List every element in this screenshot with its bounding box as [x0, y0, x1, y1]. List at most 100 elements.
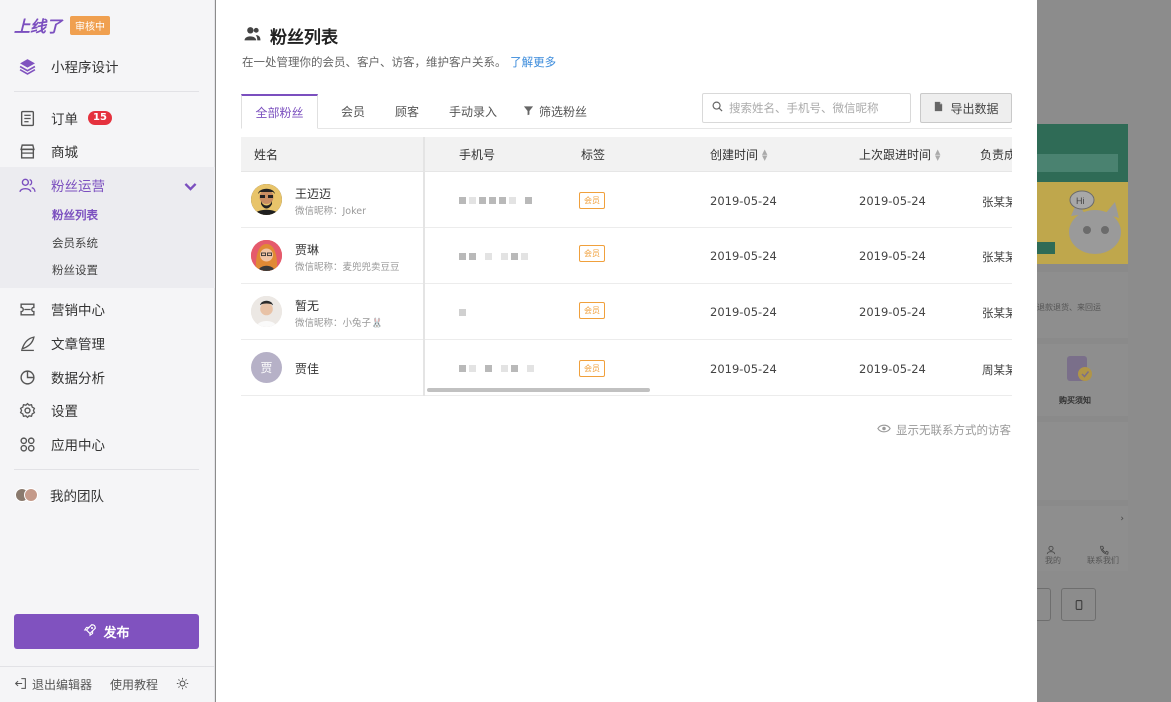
sidebar-item-analytics[interactable]: 数据分析	[0, 362, 215, 392]
sidebar-footer: 退出编辑器 使用教程	[0, 666, 215, 702]
tab-label: 筛选粉丝	[538, 105, 587, 119]
owner: 周某某	[982, 363, 1012, 377]
preview-nav-mine: 我的	[1045, 556, 1061, 565]
sidebar: 上线了 审核中 小程序设计 订单 15 商城 粉丝运营 粉丝列表 会员系统 粉丝…	[0, 0, 215, 702]
sidebar-subitem-fan-settings[interactable]: 粉丝设置	[52, 262, 98, 278]
sidebar-item-mall[interactable]: 商城	[0, 136, 215, 166]
search-placeholder: 搜索姓名、手机号、微信昵称	[729, 101, 879, 115]
pie-chart-icon	[18, 368, 36, 386]
coupon-icon	[18, 300, 36, 318]
sidebar-item-label: 商城	[51, 145, 78, 161]
exit-editor-label: 退出编辑器	[32, 678, 93, 692]
tab-manual-entry[interactable]: 手动录入	[443, 94, 503, 129]
preview-card: 购买须知	[1037, 344, 1128, 416]
sidebar-subitem-fan-list[interactable]: 粉丝列表	[52, 207, 98, 223]
filter-icon	[523, 105, 534, 119]
masked-phone	[459, 365, 534, 372]
member-tag: 会员	[579, 302, 605, 319]
chevron-down-icon[interactable]	[182, 178, 199, 199]
phone-preview: Hi 退款退货、来回运 购买须知 › 我的 联系我们	[1037, 124, 1128, 571]
preview-card	[1037, 422, 1128, 500]
exit-icon	[14, 677, 27, 693]
member-tag: 会员	[579, 192, 605, 209]
tab-all-fans[interactable]: 全部粉丝	[241, 94, 318, 129]
fan-nickname: 微信昵称：Joker	[295, 206, 367, 217]
learn-more-link[interactable]: 了解更多	[510, 55, 556, 69]
review-status-badge: 审核中	[70, 15, 111, 35]
sort-icon: ▲ ▼	[935, 147, 941, 162]
sidebar-item-orders[interactable]: 订单 15	[0, 103, 215, 133]
sidebar-item-miniapp-design[interactable]: 小程序设计	[0, 51, 215, 81]
export-data-button[interactable]: 导出数据	[920, 93, 1012, 123]
page-title: 粉丝列表	[244, 23, 338, 48]
order-count-badge: 15	[88, 111, 112, 125]
subtitle-text: 在一处管理你的会员、客户、访客，维护客户关系。	[242, 55, 507, 69]
fan-name: 暂无	[295, 299, 320, 313]
preview-nav-contact: 联系我们	[1087, 556, 1119, 565]
sidebar-item-label: 营销中心	[51, 303, 105, 319]
fan-table: 姓名 手机号 标签 创建时间 ▲ ▼ 上次跟进时间 ▲ ▼ 负责成 王迈迈 微信昵称…	[241, 137, 1012, 397]
sidebar-item-marketing[interactable]: 营销中心	[0, 294, 215, 324]
sidebar-item-label: 粉丝运营	[51, 179, 105, 195]
horizontal-scrollbar[interactable]	[427, 388, 650, 392]
eye-icon	[877, 423, 891, 437]
created-time: 2019-05-24	[710, 249, 777, 263]
tab-filter-fans[interactable]: 筛选粉丝	[519, 94, 591, 129]
layers-icon	[18, 57, 36, 75]
sidebar-item-my-team[interactable]: 我的团队	[0, 480, 215, 510]
brand-logo[interactable]: 上线了	[14, 13, 62, 37]
last-follow-time: 2019-05-24	[859, 305, 926, 319]
sidebar-item-articles[interactable]: 文章管理	[0, 328, 215, 358]
table-row[interactable]: 王迈迈 微信昵称：Joker 会员 2019-05-24 2019-05-24 …	[241, 172, 1012, 228]
preview-card: 退款退货、来回运	[1037, 272, 1128, 338]
table-header: 姓名 手机号 标签 创建时间 ▲ ▼ 上次跟进时间 ▲ ▼ 负责成	[241, 137, 1012, 172]
tutorial-link[interactable]: 使用教程	[110, 676, 158, 693]
created-time: 2019-05-24	[710, 194, 777, 208]
member-tag: 会员	[579, 245, 605, 262]
divider	[14, 469, 199, 470]
sidebar-item-label: 设置	[51, 404, 78, 420]
theme-toggle-icon[interactable]	[176, 677, 189, 693]
avatar	[251, 296, 282, 327]
mobile-view-button[interactable]	[1061, 588, 1096, 621]
member-tag: 会员	[579, 360, 605, 377]
sidebar-item-settings[interactable]: 设置	[0, 395, 215, 425]
fixed-column-divider	[423, 137, 425, 396]
col-header-created[interactable]: 创建时间 ▲ ▼	[710, 137, 767, 172]
file-icon	[933, 101, 944, 115]
exit-editor-link[interactable]: 退出编辑器	[14, 676, 92, 693]
fan-list-panel: 粉丝列表 在一处管理你的会员、客户、访客，维护客户关系。 了解更多 全部粉丝 会…	[216, 0, 1037, 702]
fan-nickname: 微信昵称：麦兜兜卖豆豆	[295, 262, 400, 273]
avatar: 贾	[251, 352, 282, 383]
table-row[interactable]: 贾琳 微信昵称：麦兜兜卖豆豆 会员 2019-05-24 2019-05-24 …	[241, 228, 1012, 284]
preview-header	[1037, 124, 1128, 182]
col-header-label: 上次跟进时间	[859, 148, 932, 162]
sidebar-subitem-member-system[interactable]: 会员系统	[52, 235, 98, 251]
apps-grid-icon	[18, 435, 36, 453]
order-list-icon	[18, 109, 36, 127]
table-row[interactable]: 暂无 微信昵称：小兔子🐰 会员 2019-05-24 2019-05-24 张某…	[241, 284, 1012, 340]
publish-button[interactable]: 发布	[14, 614, 199, 649]
brand: 上线了 审核中	[14, 13, 111, 37]
sidebar-item-label: 文章管理	[51, 337, 105, 353]
avatar	[251, 184, 282, 215]
avatar	[251, 240, 282, 271]
last-follow-time: 2019-05-24	[859, 249, 926, 263]
feather-pen-icon	[18, 334, 36, 352]
sidebar-item-fan-ops[interactable]: 粉丝运营	[0, 170, 215, 200]
tab-customers[interactable]: 顾客	[383, 94, 431, 129]
col-header-phone: 手机号	[459, 148, 496, 162]
sidebar-item-app-center[interactable]: 应用中心	[0, 429, 215, 459]
purchase-notice-icon	[1064, 354, 1094, 388]
svg-text:Hi: Hi	[1076, 196, 1085, 206]
show-no-contact-toggle[interactable]: 显示无联系方式的访客	[877, 422, 1011, 438]
tab-members[interactable]: 会员	[329, 94, 377, 129]
mobile-device-icon	[1075, 595, 1083, 614]
show-no-contact-label: 显示无联系方式的访客	[896, 423, 1011, 437]
search-input[interactable]: 搜索姓名、手机号、微信昵称	[702, 93, 911, 123]
preview-device-button[interactable]	[1037, 588, 1051, 621]
col-header-last-follow[interactable]: 上次跟进时间 ▲ ▼	[859, 137, 940, 172]
sidebar-item-label: 订单	[51, 112, 78, 128]
users-icon	[244, 25, 261, 46]
search-icon	[712, 101, 723, 115]
